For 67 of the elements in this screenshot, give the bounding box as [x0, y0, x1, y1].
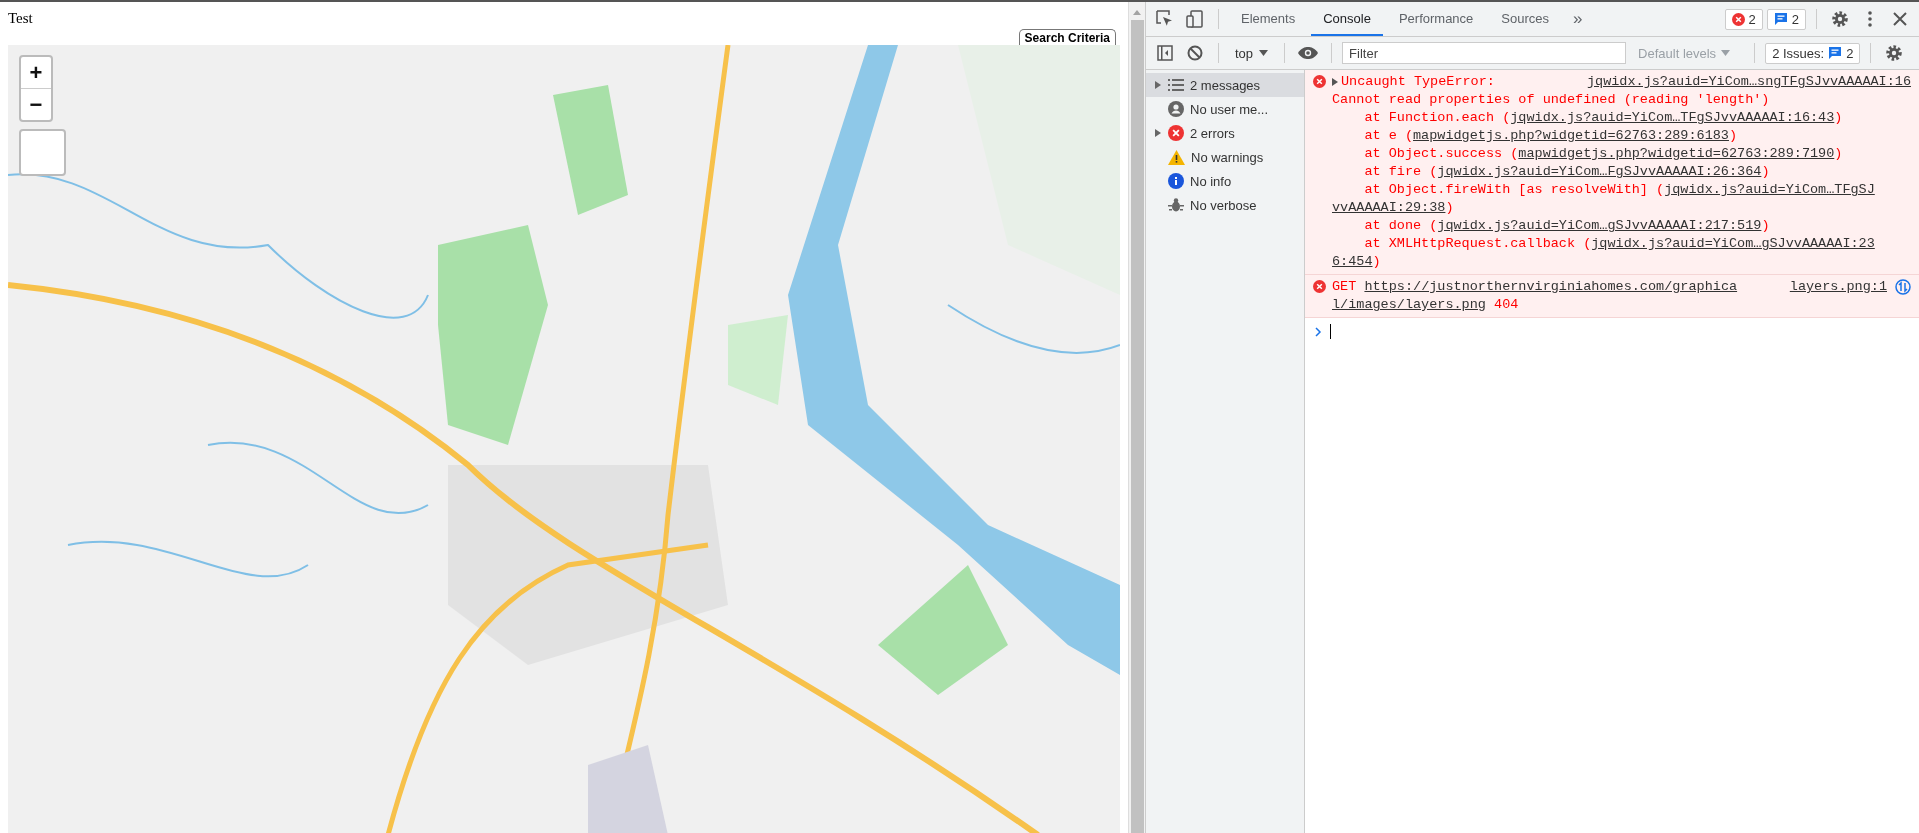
url-link[interactable]: https://justnorthernvirginiahomes.com/graphica — [1364, 278, 1738, 296]
error-icon — [1731, 12, 1745, 26]
sidebar-item[interactable]: 2 messages — [1146, 73, 1304, 97]
filter-field[interactable]: Filter — [1342, 42, 1627, 64]
zoom-in-button[interactable]: + — [21, 57, 51, 88]
message-text: Cannot read properties of undefined (reading 'length') — [1332, 91, 1770, 109]
caret-icon — [1259, 50, 1269, 56]
sidebar-item[interactable]: No warnings — [1146, 145, 1304, 169]
message-text: ) — [1445, 199, 1454, 217]
source-link[interactable]: jqwidx.js?auid=YiCom…TFgSJvvAAAAAI:16:43 — [1510, 109, 1835, 127]
source-link[interactable]: jqwidx.js?auid=YiCom…FgSJvvAAAAAI:26:364 — [1437, 163, 1762, 181]
message-text: at e ( — [1363, 127, 1413, 145]
expand-icon[interactable] — [1332, 78, 1338, 86]
message-text: ) — [1372, 253, 1381, 271]
source-link[interactable]: mapwidgetjs.php?widgetid=62763:289:6183 — [1413, 127, 1729, 145]
prompt-icon — [1315, 326, 1322, 337]
sidebar-item[interactable]: 2 errors — [1146, 121, 1304, 145]
error-icon — [1313, 280, 1326, 293]
message-text: at fire ( — [1363, 163, 1438, 181]
message-text: ) — [1834, 109, 1843, 127]
source-link[interactable]: jqwidx.js?auid=YiCom…gSJvvAAAAAI:217:519 — [1437, 217, 1762, 235]
sidebar-item[interactable]: No user me... — [1146, 97, 1304, 121]
message-icon — [1773, 12, 1788, 26]
source-link[interactable]: jqwidx.js?auid=YiCom…TFgSJ — [1664, 181, 1875, 199]
message-text: ) — [1834, 145, 1843, 163]
source-link[interactable]: jqwidx.js?auid=YiCom…gSJvvAAAAAI:23 — [1591, 235, 1875, 253]
error-icon — [1168, 125, 1184, 141]
context-dropdown[interactable]: top — [1229, 45, 1275, 61]
message-text: GET — [1332, 278, 1357, 296]
devtools-tab[interactable]: Sources — [1489, 2, 1562, 36]
message-text: ) — [1728, 127, 1738, 145]
zoom-out-button[interactable]: − — [21, 88, 51, 120]
sidebar-item[interactable]: No info — [1146, 169, 1304, 193]
message-text: ) — [1761, 217, 1770, 235]
scrollbar[interactable] — [1128, 2, 1145, 833]
message-text: at Object.success ( — [1363, 145, 1519, 163]
message-text: at done ( — [1363, 217, 1438, 235]
user-icon — [1168, 101, 1184, 117]
source-link[interactable]: jqwidx.js?auid=YiCom…sngTFgSJvvAAAAAI:16 — [1586, 73, 1911, 91]
caret-icon — [1721, 50, 1731, 56]
source-link[interactable]: 6:454 — [1332, 253, 1373, 271]
source-link[interactable]: mapwidgetjs.php?widgetid=62763:289:7190 — [1518, 145, 1835, 163]
message-text: at XMLHttpRequest.callback ( — [1363, 235, 1592, 253]
search-criteria-tab[interactable]: Search Criteria — [1018, 29, 1116, 45]
bug-icon — [1168, 197, 1184, 213]
message-text: Uncaught TypeError: — [1341, 73, 1495, 91]
message-text: at Function.each ( — [1363, 109, 1511, 127]
message-text: at Object.fireWith [as resolveWith] ( — [1363, 181, 1665, 199]
message-text: ) — [1761, 163, 1770, 181]
devtools-tab[interactable]: Elements — [1229, 2, 1308, 36]
issues-button[interactable]: 2 Issues: 2 — [1765, 42, 1861, 64]
sidebar-item[interactable]: No verbose — [1146, 193, 1304, 217]
source-link[interactable]: l/images/layers.png — [1332, 296, 1486, 314]
info-icon — [1168, 173, 1184, 189]
source-link[interactable]: vvAAAAAI:29:38 — [1332, 199, 1446, 217]
warning-icon — [1168, 149, 1185, 165]
page-title: Test — [7, 9, 34, 28]
message-icon — [1828, 46, 1843, 60]
source-link[interactable]: layers.png:1 — [1789, 278, 1887, 296]
list-icon — [1168, 79, 1184, 91]
more-tabs[interactable]: » — [1565, 9, 1591, 29]
message-count-badge[interactable]: 2 — [1766, 8, 1806, 30]
message-text: 404 — [1493, 296, 1519, 314]
network-icon[interactable] — [1895, 279, 1911, 295]
error-icon — [1313, 75, 1326, 88]
error-count-badge[interactable]: 2 — [1724, 8, 1763, 30]
devtools-tab[interactable]: Performance — [1386, 2, 1486, 36]
